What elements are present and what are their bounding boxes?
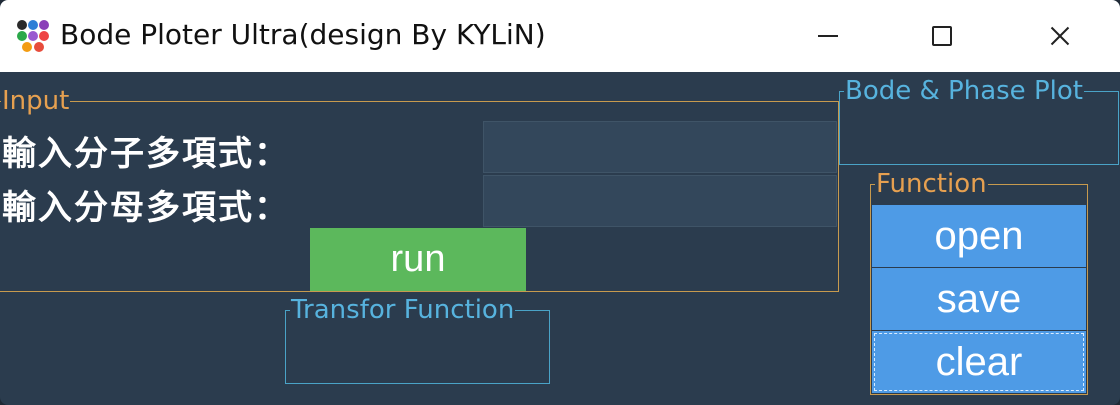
numerator-input[interactable]	[483, 121, 837, 173]
title-bar[interactable]: Bode Ploter Ultra(design By KYLiN)	[0, 0, 1120, 72]
save-button[interactable]: save	[872, 268, 1086, 330]
minimize-button[interactable]	[808, 18, 848, 54]
bode-legend: Bode & Phase Plot	[845, 76, 1083, 106]
maximize-icon	[932, 26, 952, 46]
numerator-label: 輸入分子多項式：	[2, 134, 290, 174]
denominator-label: 輸入分母多項式：	[2, 188, 290, 228]
input-legend: Input	[2, 86, 70, 116]
maximize-button[interactable]	[922, 18, 962, 54]
denominator-input[interactable]	[483, 175, 837, 227]
close-button[interactable]	[1040, 18, 1080, 54]
transfer-function-group: Transfor Function	[285, 297, 550, 384]
clear-button[interactable]: clear	[872, 331, 1086, 393]
minimize-icon	[818, 35, 838, 37]
open-button[interactable]: open	[872, 205, 1086, 267]
app-dots-icon	[14, 17, 52, 55]
bode-phase-plot-group: Bode & Phase Plot	[839, 78, 1119, 165]
window-title: Bode Ploter Ultra(design By KYLiN)	[60, 18, 546, 51]
app-window: Bode Ploter Ultra(design By KYLiN) Input…	[0, 0, 1120, 405]
transfer-legend: Transfor Function	[291, 295, 515, 325]
run-button[interactable]: run	[310, 228, 526, 291]
function-legend: Function	[876, 169, 987, 199]
